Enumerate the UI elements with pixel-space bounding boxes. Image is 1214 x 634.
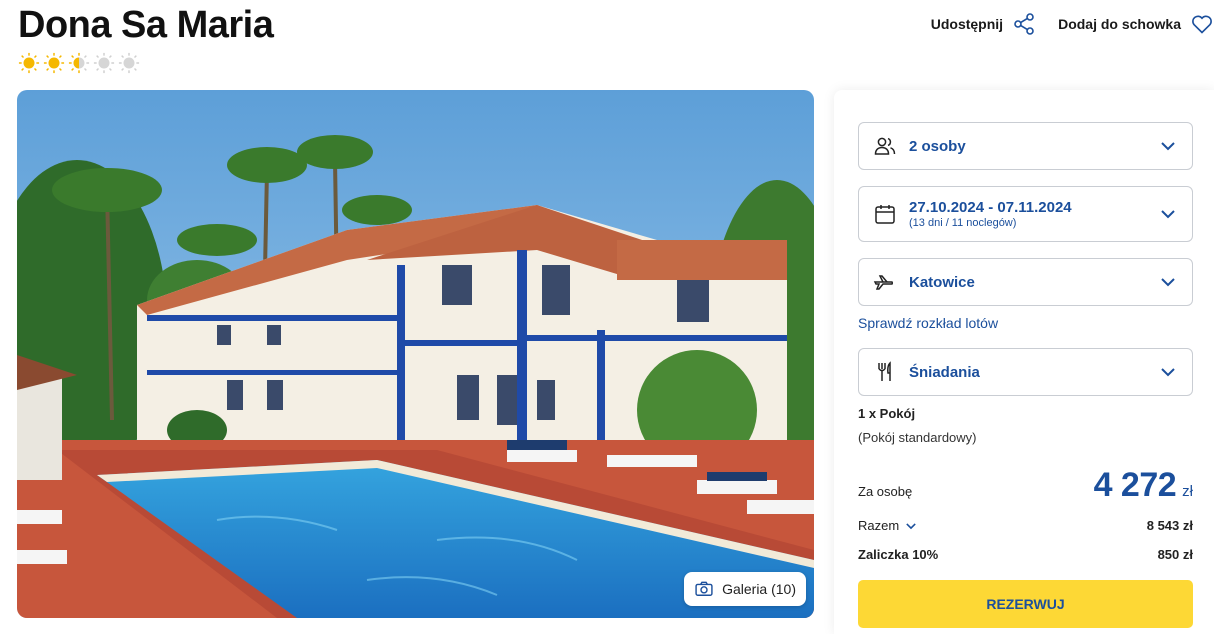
- users-icon: [874, 137, 896, 155]
- board-value: Śniadania: [909, 363, 980, 381]
- guests-select[interactable]: 2 osoby: [858, 122, 1193, 170]
- flight-schedule-link[interactable]: Sprawdź rozkład lotów: [858, 315, 998, 331]
- share-label: Udostępnij: [930, 16, 1004, 32]
- save-label: Dodaj do schowka: [1058, 16, 1181, 32]
- booking-panel: 2 osoby 27.10.2024 - 07.11.2024 (13 dni …: [834, 90, 1214, 634]
- chevron-down-icon: [906, 522, 916, 529]
- price-amount: 4 272: [1093, 466, 1177, 504]
- per-person-price: 4 272 zł: [1094, 466, 1193, 505]
- share-icon: [1014, 13, 1034, 35]
- hotel-title: Dona Sa Maria: [18, 4, 274, 46]
- total-row: Razem 8 543 zł: [858, 518, 1193, 533]
- share-button[interactable]: Udostępnij: [931, 12, 1036, 36]
- total-value: 8 543 zł: [1146, 518, 1193, 533]
- plane-icon: [873, 275, 894, 290]
- sun-full-icon: [18, 52, 40, 74]
- heart-icon: [1192, 15, 1212, 34]
- departure-select[interactable]: Katowice: [858, 258, 1193, 306]
- reserve-button[interactable]: REZERWUJ: [858, 580, 1193, 628]
- board-select[interactable]: Śniadania: [858, 348, 1193, 396]
- chevron-down-icon: [1161, 368, 1175, 377]
- total-toggle[interactable]: Razem: [858, 518, 918, 533]
- guests-value: 2 osoby: [909, 137, 966, 155]
- save-to-clipboard-button[interactable]: Dodaj do schowka: [1058, 12, 1214, 36]
- departure-value: Katowice: [909, 273, 975, 291]
- deposit-row: Zaliczka 10% 850 zł: [858, 547, 1193, 562]
- deposit-value: 850 zł: [1157, 547, 1193, 562]
- room-count: 1 x Pokój: [858, 406, 916, 421]
- dates-value: 27.10.2024 - 07.11.2024: [909, 199, 1072, 216]
- gallery-button[interactable]: Galeria (10): [684, 572, 806, 606]
- chevron-down-icon: [1161, 142, 1175, 151]
- sun-full-icon: [43, 52, 65, 74]
- gallery-label: Galeria (10): [722, 581, 796, 597]
- dates-duration: (13 dni / 11 noclegów): [909, 217, 1017, 229]
- per-person-label: Za osobę: [858, 484, 913, 499]
- price-currency: zł: [1182, 483, 1193, 500]
- room-type: (Pokój standardowy): [858, 430, 977, 445]
- chevron-down-icon: [1161, 210, 1175, 219]
- total-label: Razem: [858, 518, 900, 533]
- camera-icon: [695, 581, 713, 596]
- sun-half-icon: [68, 52, 90, 74]
- chevron-down-icon: [1161, 278, 1175, 287]
- dates-select[interactable]: 27.10.2024 - 07.11.2024 (13 dni / 11 noc…: [858, 186, 1193, 242]
- cutlery-icon: [878, 361, 891, 381]
- sun-empty-icon: [93, 52, 115, 74]
- hotel-photo-image: [17, 90, 814, 618]
- deposit-label: Zaliczka 10%: [858, 547, 939, 562]
- header-actions: Udostępnij Dodaj do schowka: [931, 12, 1214, 36]
- sun-empty-icon: [118, 52, 140, 74]
- hotel-main-photo[interactable]: Galeria (10): [17, 90, 814, 618]
- hotel-rating: [18, 52, 140, 74]
- calendar-icon: [875, 205, 895, 224]
